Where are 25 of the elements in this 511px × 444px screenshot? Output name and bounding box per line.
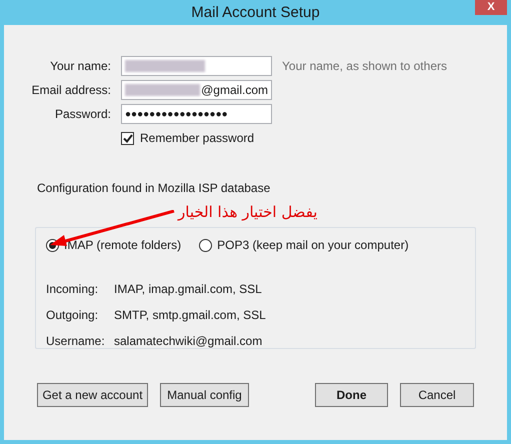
status-text: Configuration found in Mozilla ISP database — [37, 180, 272, 197]
close-button[interactable]: X — [475, 0, 507, 15]
field-label: Password: — [54, 106, 111, 123]
server-value: SMTP, smtp.gmail.com, SSL — [114, 307, 267, 324]
annotation-text: يفضل اختيار هذا الخيار — [178, 203, 318, 221]
radio-button[interactable] — [199, 238, 212, 252]
dialog-button[interactable]: Get a new account — [37, 383, 148, 407]
dialog-button[interactable]: Manual config — [160, 383, 249, 407]
checkbox-label: Remember password — [140, 130, 254, 147]
server-label: Username: — [46, 333, 104, 350]
input-field[interactable] — [121, 56, 272, 76]
dialog-button[interactable]: Done — [315, 383, 388, 407]
field-label: Your name: — [49, 58, 111, 75]
dialog-button[interactable]: Cancel — [400, 383, 474, 407]
server-label: Outgoing: — [46, 307, 100, 324]
field-label: Email address: — [30, 82, 111, 99]
input-field[interactable]: ●●●●●●●●●●●●●●●●● — [121, 104, 272, 124]
input-field[interactable]: @gmail.com — [121, 80, 272, 100]
server-label: Incoming: — [46, 281, 100, 298]
server-value: salamatechwiki@gmail.com — [114, 333, 264, 350]
radio-label: POP3 (keep mail on your computer) — [217, 237, 409, 254]
checkbox[interactable] — [121, 132, 134, 144]
server-value: IMAP, imap.gmail.com, SSL — [114, 281, 263, 298]
hint-text: Your name, as shown to others — [282, 58, 448, 75]
window-title: Mail Account Setup — [191, 3, 320, 23]
